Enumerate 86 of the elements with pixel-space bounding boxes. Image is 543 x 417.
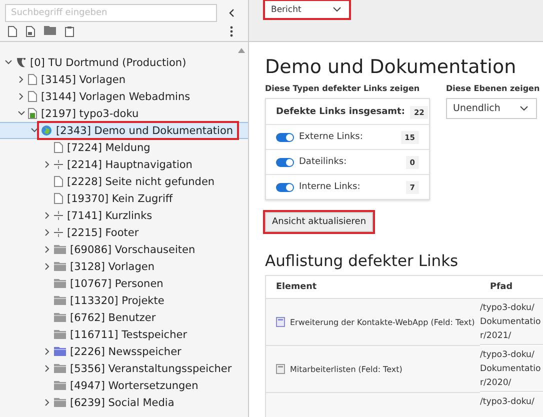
tree-item[interactable]: [2226] Newsspeicher [52, 344, 186, 359]
more-menu-icon[interactable] [230, 26, 232, 37]
folder-icon [54, 279, 66, 288]
tree-item[interactable]: [116711] Testspeicher [52, 327, 192, 342]
chevron-right-icon[interactable] [43, 262, 52, 271]
toggle-switch[interactable] [276, 182, 294, 192]
search-field[interactable]: Suchbegriff eingeben [5, 4, 217, 22]
chevron-right-icon[interactable] [43, 211, 52, 220]
folder-icon [54, 347, 66, 356]
tree-item[interactable]: [3145] Vorlagen [26, 72, 130, 87]
collapse-icon[interactable] [228, 9, 234, 17]
tree-item[interactable]: [6762] Benutzer [52, 310, 160, 325]
section-title: Auflistung defekter Links [265, 252, 460, 270]
site-logo-icon [15, 57, 26, 68]
field-label: Diese Ebenen zeigen [446, 84, 541, 93]
chevron-right-icon[interactable] [43, 364, 52, 373]
element-cell: Erweiterung der Kontakte-WebApp (Feld: Text) [290, 318, 475, 326]
element-cell: Mitarbeiterlisten (Feld: Text) [290, 364, 402, 374]
path-text: /typo3-doku/ Dokumentatio r/2020/ [480, 349, 542, 390]
tree-item[interactable]: [2214] Hauptnavigation [52, 157, 196, 172]
link-type-label: Dateilinks: [299, 157, 348, 167]
page-title: Demo und Dokumentation [265, 56, 518, 78]
tree-item[interactable]: [69086] Vorschauseiten [52, 242, 200, 257]
folder-icon [54, 296, 66, 305]
chevron-right-icon[interactable] [17, 92, 26, 101]
folder-icon [54, 381, 66, 390]
chevron-down-icon [520, 106, 528, 111]
chevron-right-icon[interactable] [43, 347, 52, 356]
tree-item[interactable]: [7224] Meldung [52, 140, 154, 155]
toggle-switch[interactable] [276, 132, 294, 142]
clipboard-icon[interactable] [65, 26, 74, 37]
chevron-down-icon[interactable] [30, 126, 39, 135]
summary-label: Defekte Links insgesamt: [276, 107, 405, 117]
divide-icon [54, 228, 63, 237]
divide-icon [54, 211, 63, 220]
tree-item[interactable]: [2343] Demo und Dokumentation [39, 123, 238, 138]
chevron-right-icon[interactable] [17, 75, 26, 84]
path-text: /typo3-doku/ Dokumentatio r/2021/ [480, 302, 542, 343]
page-with-image-icon[interactable] [26, 26, 35, 37]
tree-item[interactable]: [2197] typo3-doku [26, 106, 143, 121]
levels-select[interactable]: Unendlich [446, 98, 537, 119]
folder-icon [54, 330, 66, 339]
link-type-label: Interne Links: [299, 182, 362, 192]
folder-icon [54, 262, 66, 271]
chevron-right-icon[interactable] [43, 228, 52, 237]
folder-icon [54, 313, 66, 322]
folder-icon[interactable] [44, 26, 56, 35]
new-page-icon[interactable] [8, 26, 17, 37]
tree-item[interactable]: [113320] Projekte [52, 293, 168, 308]
tree-item[interactable]: [5356] Veranstaltungsspeicher [52, 361, 236, 376]
tree-item[interactable]: [7141] Kurzlinks [52, 208, 156, 223]
link-type-label: Externe Links: [299, 132, 364, 142]
tree-item[interactable]: [6239] Social Media [52, 395, 178, 410]
divide-icon [54, 160, 63, 169]
page-icon [28, 108, 37, 119]
page-icon [28, 74, 37, 85]
chevron-down-icon[interactable] [17, 109, 26, 118]
tree-item[interactable]: [2215] Footer [52, 225, 143, 240]
folder-icon [54, 245, 66, 254]
tree-item[interactable]: [2228] Seite nicht gefunden [52, 174, 219, 189]
tree-item[interactable]: [4947] Wortersetzungen [52, 378, 202, 393]
content-element-icon [276, 364, 285, 374]
page-icon [54, 176, 63, 187]
field-label: Diese Typen defekter Links zeigen [265, 84, 421, 93]
tree-item[interactable]: [10767] Personen [52, 276, 168, 291]
tree-item[interactable]: [3128] Vorlagen [52, 259, 158, 274]
tree-item[interactable]: [19370] Kein Zugriff [52, 191, 177, 206]
toggle-switch[interactable] [276, 158, 294, 166]
chevron-right-icon[interactable] [43, 245, 52, 254]
path-text: /typo3-doku/ [480, 396, 536, 409]
refresh-button[interactable]: Ansicht aktualisieren [265, 212, 374, 232]
tree-item[interactable]: [0] TU Dortmund (Production) [13, 55, 190, 70]
folder-icon [54, 364, 66, 373]
chevron-down-icon[interactable] [4, 58, 13, 67]
content-element-icon [276, 317, 285, 327]
chevron-right-icon[interactable] [43, 398, 52, 407]
chevron-down-icon [333, 7, 341, 12]
scroll-up-icon[interactable] [238, 48, 245, 53]
tree-item[interactable]: [3144] Vorlagen Webadmins [26, 89, 194, 104]
page-icon [54, 142, 63, 153]
folder-icon [54, 398, 66, 407]
page-icon [28, 91, 37, 102]
page-icon [54, 193, 63, 204]
chevron-right-icon[interactable] [43, 160, 52, 169]
view-select[interactable]: Bericht [264, 0, 350, 19]
globe-icon [41, 125, 52, 136]
